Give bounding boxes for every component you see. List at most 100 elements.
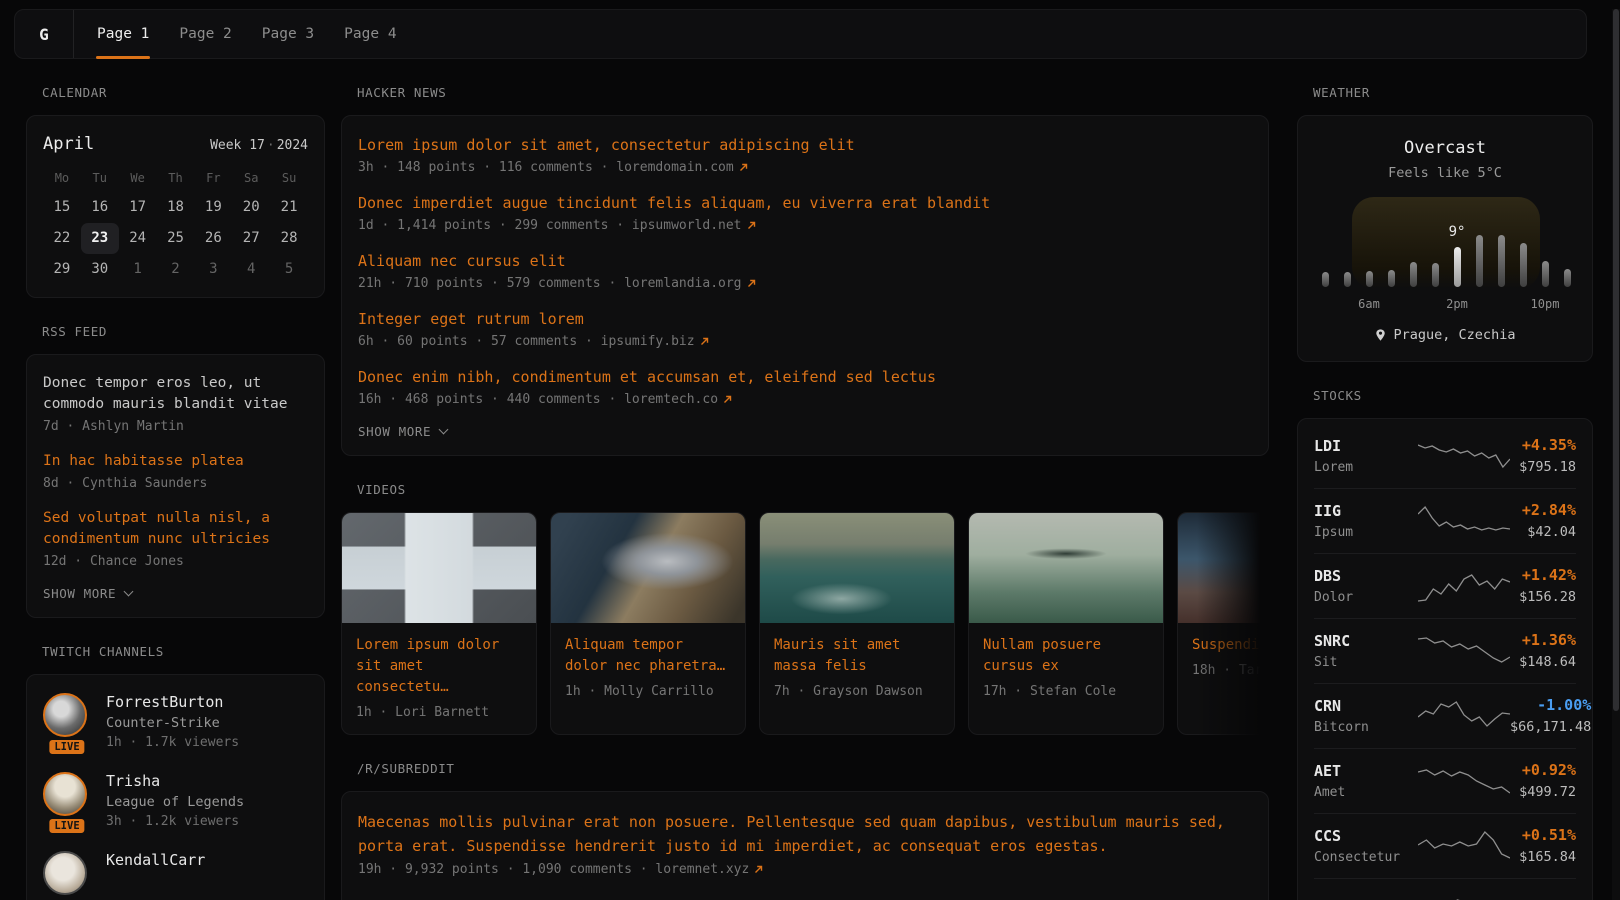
stock-change: +0.51% — [1510, 826, 1576, 844]
scrollbar[interactable] — [1612, 9, 1620, 900]
app-logo[interactable]: G — [15, 10, 73, 58]
rss-show-more-button[interactable]: SHOW MORE — [43, 586, 132, 601]
live-badge: LIVE — [47, 817, 86, 835]
rss-item-title[interactable]: Donec tempor eros leo, ut commodo mauris… — [43, 373, 308, 415]
scrollbar-thumb[interactable] — [1613, 9, 1619, 711]
hn-item-meta: 1d · 1,414 points · 299 comments · ipsum… — [358, 218, 1252, 233]
video-title: Mauris sit amet massa felis — [774, 635, 940, 677]
weather-widget: WEATHER Overcast Feels like 5°C 9°6am2pm… — [1297, 85, 1593, 362]
nav-divider — [73, 10, 74, 58]
video-card[interactable]: Suspendisse diam18h · Tara — [1177, 512, 1269, 735]
calendar-day: 15 — [43, 192, 81, 223]
video-card[interactable]: Lorem ipsum dolor sit amet consectetu…1h… — [341, 512, 537, 735]
stock-price: $148.64 — [1510, 654, 1576, 670]
reddit-post-title[interactable]: Maecenas mollis pulvinar erat non posuer… — [358, 810, 1252, 858]
video-thumbnail — [969, 513, 1163, 623]
hn-show-more-label: SHOW MORE — [358, 424, 431, 439]
weather-bar — [1564, 269, 1571, 287]
external-link-icon — [754, 865, 763, 874]
twitch-channel-name: Trisha — [106, 772, 244, 790]
hn-show-more-button[interactable]: SHOW MORE — [358, 424, 447, 439]
tab-page-4[interactable]: Page 4 — [329, 10, 411, 58]
twitch-channel[interactable]: KendallCarr — [43, 851, 308, 895]
stock-price: $156.28 — [1510, 589, 1576, 605]
hn-item-title[interactable]: Donec imperdiet augue tincidunt felis al… — [358, 192, 1252, 214]
calendar-day: 27 — [232, 223, 270, 254]
video-card[interactable]: Mauris sit amet massa felis7h · Grayson … — [759, 512, 955, 735]
stock-symbol-block: SNRCSit — [1314, 632, 1418, 670]
stock-symbol: LDI — [1314, 437, 1418, 455]
tab-page-3[interactable]: Page 3 — [247, 10, 329, 58]
rss-item-title[interactable]: Sed volutpat nulla nisl, a condimentum n… — [43, 508, 308, 550]
live-badge: LIVE — [47, 738, 86, 756]
chevron-down-icon — [124, 587, 134, 597]
weather-bar — [1542, 261, 1549, 287]
hn-item: Integer eget rutrum lorem6h · 60 points … — [358, 308, 1252, 349]
rss-item-title[interactable]: In hac habitasse platea — [43, 451, 308, 472]
hn-item-meta: 16h · 468 points · 440 comments · loremt… — [358, 392, 1252, 407]
stock-sparkline — [1418, 632, 1510, 670]
weather-time-label: 2pm — [1446, 297, 1468, 311]
hn-item: Donec enim nibh, condimentum et accumsan… — [358, 366, 1252, 407]
stock-name: Lorem — [1314, 460, 1418, 475]
stock-price: $795.18 — [1510, 459, 1576, 475]
calendar-day: 24 — [119, 223, 157, 254]
video-card-body: Suspendisse diam18h · Tara — [1178, 623, 1269, 692]
stock-row[interactable]: AETAmet+0.92%$499.72 — [1314, 749, 1576, 814]
twitch-channel-meta: 3h · 1.2k viewers — [106, 814, 244, 829]
hn-item-title[interactable]: Aliquam nec cursus elit — [358, 250, 1252, 272]
weather-bar — [1344, 272, 1351, 287]
stock-sparkline — [1418, 502, 1510, 540]
stock-price-block: +4.35%$795.18 — [1510, 436, 1576, 475]
weather-card: Overcast Feels like 5°C 9°6am2pm10pm Pra… — [1297, 115, 1593, 362]
twitch-channel-game: League of Legends — [106, 794, 244, 810]
calendar-day-grid: 1516171819202122232425262728293012345 — [43, 192, 308, 285]
calendar-day: 19 — [194, 192, 232, 223]
video-thumbnail — [1178, 513, 1269, 623]
stock-price: $66,171.48 — [1510, 719, 1591, 735]
tab-page-2[interactable]: Page 2 — [164, 10, 246, 58]
stock-symbol: CCS — [1314, 827, 1418, 845]
twitch-channel[interactable]: LIVETrishaLeague of Legends3h · 1.2k vie… — [43, 772, 308, 829]
stock-row[interactable]: IIGIpsum+2.84%$42.04 — [1314, 489, 1576, 554]
twitch-channel-name: ForrestBurton — [106, 693, 239, 711]
location-pin-icon — [1375, 328, 1386, 342]
calendar-header: April Week 17·2024 — [43, 134, 308, 154]
rss-item: Donec tempor eros leo, ut commodo mauris… — [43, 373, 308, 434]
stock-row[interactable]: DBSDolor+1.42%$156.28 — [1314, 554, 1576, 619]
calendar-day: 25 — [157, 223, 195, 254]
hacker-news-section-title: HACKER NEWS — [357, 85, 1269, 100]
calendar-day: 21 — [270, 192, 308, 223]
video-card-body: Aliquam tempor dolor nec pharetra…1h · M… — [551, 623, 745, 713]
stock-row[interactable]: CRNBitcorn-1.00%$66,171.48 — [1314, 684, 1576, 749]
video-card[interactable]: Nullam posuere cursus ex17h · Stefan Col… — [968, 512, 1164, 735]
twitch-channel[interactable]: LIVEForrestBurtonCounter-Strike1h · 1.7k… — [43, 693, 308, 750]
stock-row[interactable]: CCSConsectetur+0.51%$165.84 — [1314, 814, 1576, 879]
stock-name: Consectetur — [1314, 850, 1418, 865]
top-nav: G Page 1Page 2Page 3Page 4 — [14, 9, 1587, 59]
rss-item: Sed volutpat nulla nisl, a condimentum n… — [43, 508, 308, 569]
middle-column: HACKER NEWS Lorem ipsum dolor sit amet, … — [341, 85, 1269, 900]
stock-symbol-block: CRNBitcorn — [1314, 697, 1418, 735]
hn-item-meta-text: 16h · 468 points · 440 comments · loremt… — [358, 392, 718, 407]
calendar-widget: CALENDAR April Week 17·2024 MoTuWeThFrSa… — [26, 85, 325, 298]
stock-row[interactable]: AHS+0.46% — [1314, 879, 1576, 900]
rss-item-meta: 7d · Ashlyn Martin — [43, 419, 308, 434]
twitch-card: LIVEForrestBurtonCounter-Strike1h · 1.7k… — [26, 674, 325, 900]
stock-row[interactable]: SNRCSit+1.36%$148.64 — [1314, 619, 1576, 684]
hn-item-title[interactable]: Lorem ipsum dolor sit amet, consectetur … — [358, 134, 1252, 156]
stock-row[interactable]: LDI Lorem +4.35%$795.18 — [1314, 424, 1576, 489]
calendar-day: 28 — [270, 223, 308, 254]
calendar-day: 23 — [81, 223, 119, 254]
video-card[interactable]: Aliquam tempor dolor nec pharetra…1h · M… — [550, 512, 746, 735]
calendar-day: 5 — [270, 254, 308, 285]
hn-item-title[interactable]: Integer eget rutrum lorem — [358, 308, 1252, 330]
tab-page-1[interactable]: Page 1 — [82, 10, 164, 58]
hn-item-title[interactable]: Donec enim nibh, condimentum et accumsan… — [358, 366, 1252, 388]
weather-condition: Overcast — [1314, 138, 1576, 158]
reddit-post-meta-text: 19h · 9,932 points · 1,090 comments · lo… — [358, 862, 749, 877]
calendar-week-year: Week 17·2024 — [210, 138, 308, 153]
video-title: Aliquam tempor dolor nec pharetra… — [565, 635, 731, 677]
video-title: Suspendisse diam — [1192, 635, 1269, 656]
subreddit-card: Maecenas mollis pulvinar erat non posuer… — [341, 791, 1269, 900]
